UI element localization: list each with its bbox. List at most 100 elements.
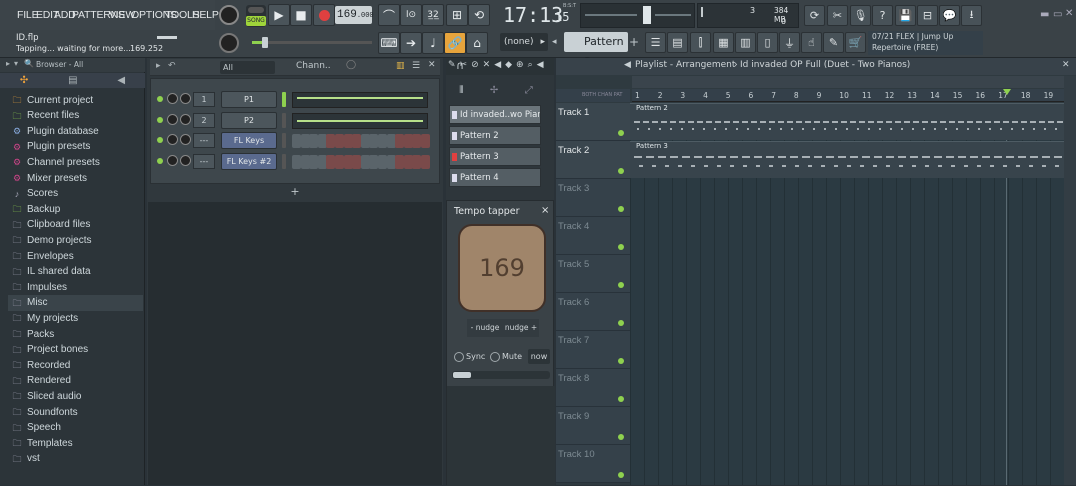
undo-history-button[interactable]: ⟳ [804,5,825,26]
close-window-button[interactable]: ✕ [1065,8,1073,19]
browser-item-envelopes[interactable]: 🗀 Envelopes [12,248,73,264]
channel-volume-knob[interactable] [180,154,191,166]
multilink-button[interactable]: ⌂ [466,32,488,54]
pattern-item[interactable]: Pattern 3 [449,147,541,166]
track-mute-led[interactable] [618,206,624,212]
blend-notes-button[interactable]: ♩ [422,32,444,54]
step-button[interactable] [309,134,319,148]
step-button[interactable] [335,154,344,169]
download-button[interactable]: ⭳ [961,5,982,26]
channel-select-indicator[interactable] [282,112,286,128]
track-mute-led[interactable] [618,282,624,288]
minimize-button[interactable]: ▬ [1040,9,1049,20]
browser-item-speech[interactable]: 🗀 Speech [12,420,60,436]
pattern-tab-icon[interactable]: ⫴ [459,85,463,99]
browser-item-backup[interactable]: 🗀 Backup [12,201,60,217]
channel-mute-led[interactable] [157,137,163,143]
playlist-tool-icon[interactable]: ⊘ [471,60,479,73]
plugin-picker-button[interactable]: ⏚ [779,32,800,53]
stop-button[interactable]: ■ [290,4,312,26]
clip-pattern-3[interactable]: Pattern 3 [630,141,1064,178]
snap-selector[interactable]: (none) ▸ [500,33,548,51]
browser-tab-speaker-icon[interactable]: ◀ [117,75,125,86]
browser-item-soundfonts[interactable]: 🗀 Soundfonts [12,404,77,420]
pattern-add-button[interactable]: + [629,33,639,51]
sync-radio[interactable] [454,352,464,362]
channel-select-indicator[interactable] [282,92,286,107]
help-button[interactable]: ? [872,5,893,26]
step-button[interactable] [309,154,319,169]
link-button[interactable]: 🔗 [444,32,466,54]
channel-name-button[interactable]: P2 [221,111,277,129]
browser-item-rendered[interactable]: 🗀 Rendered [12,373,70,389]
browser-item-recent-files[interactable]: 🗀 Recent files [12,108,79,124]
browser-item-templates[interactable]: 🗀 Templates [12,435,72,451]
piano-roll-view-icon[interactable]: ☰ [412,61,420,71]
record-button[interactable] [313,4,335,26]
browser-item-my-projects[interactable]: 🗀 My projects [12,310,78,326]
channel-mute-led[interactable] [157,116,163,123]
loop-record-button[interactable]: ⟲ [468,4,490,26]
pattern-item[interactable]: Pattern 4 [449,168,541,187]
channel-mixer-track[interactable]: 2 [193,112,215,128]
track-mute-led[interactable] [618,320,624,326]
channel-rack-close-icon[interactable]: ✕ [428,60,436,70]
snap-button[interactable]: ➔ [400,32,422,54]
channel-name-button[interactable]: FL Keys #2 [221,152,277,170]
channel-filter-select[interactable]: All [220,61,275,74]
time-display[interactable]: 17:13 15 B:S:T [495,0,577,30]
tempo-slider[interactable] [452,371,550,379]
piano-roll-button[interactable]: ▤ [667,32,688,53]
channel-select-indicator[interactable] [282,133,286,148]
browser-item-impulses[interactable]: 🗀 Impulses [12,279,67,295]
tempo-display[interactable]: 169.000 [335,6,374,24]
track-mute-led[interactable] [618,168,624,174]
automation-tab-icon[interactable]: ⤢ [525,85,533,99]
tempo-tapper-close-button[interactable]: × [541,205,549,216]
tap-pad[interactable]: 169 [458,224,546,312]
typing-keyboard-button[interactable]: ⌨ [378,32,400,54]
master-pitch-knob[interactable] [219,33,239,53]
browser-menu-icon[interactable]: ▸ [6,59,10,68]
track-header[interactable]: Track 1 [556,103,630,141]
browser-item-project-bones[interactable]: 🗀 Project bones [12,342,88,358]
channel-volume-knob[interactable] [180,93,191,104]
playlist-scroll[interactable] [632,76,1076,88]
playhead-marker[interactable] [1003,89,1011,95]
browser-item-current-project[interactable]: 🗀 Current project [12,92,93,108]
playlist-tool-icon[interactable]: ⊕ [516,60,524,73]
pin-icon[interactable]: ▾ [14,59,18,68]
channel-mini-roll[interactable] [292,112,428,129]
swing-knob[interactable]: ◯ [346,60,356,70]
step-button[interactable] [395,134,405,148]
channel-mixer-track[interactable]: --- [193,133,215,148]
browser-item-demo-projects[interactable]: 🗀 Demo projects [12,232,91,248]
step-button[interactable] [421,154,430,169]
browser-tab-all-icon[interactable]: ✣ [20,75,28,86]
shop-button[interactable]: 🛒 [845,32,866,53]
cut-button[interactable]: ✂ [827,5,848,26]
pat-song-toggle[interactable]: SONG [246,5,266,27]
wait-input-button[interactable]: ӏ⊙ [400,4,422,26]
step-edit-button[interactable]: ⊞ [446,4,468,26]
channel-mixer-track[interactable]: 1 [193,92,215,107]
add-channel-button[interactable]: + [150,185,440,200]
browser-item-plugin-database[interactable]: ⚙ Plugin database [12,123,99,139]
channel-pan-knob[interactable] [167,93,178,104]
step-button[interactable] [335,134,344,148]
track-mute-led[interactable] [618,434,624,440]
swing-icon[interactable]: ↶ [168,61,176,71]
save-button[interactable]: 💾 [895,5,916,26]
channel-select-indicator[interactable] [282,153,286,169]
master-volume-knob[interactable] [219,5,239,25]
browser-item-mixer-presets[interactable]: ⚙ Mixer presets [12,170,87,186]
audio-tab-icon[interactable]: ✢ [490,85,498,99]
mic-button[interactable]: 🎙 [850,5,871,26]
touch-controller-button[interactable]: ☝ [801,32,822,53]
channel-pan-knob[interactable] [167,134,178,145]
menu-help[interactable]: HELP [192,9,219,21]
track-mute-led[interactable] [618,358,624,364]
now-button[interactable]: now [528,349,550,364]
project-button[interactable]: ▯ [757,32,778,53]
mute-radio[interactable] [490,352,500,362]
